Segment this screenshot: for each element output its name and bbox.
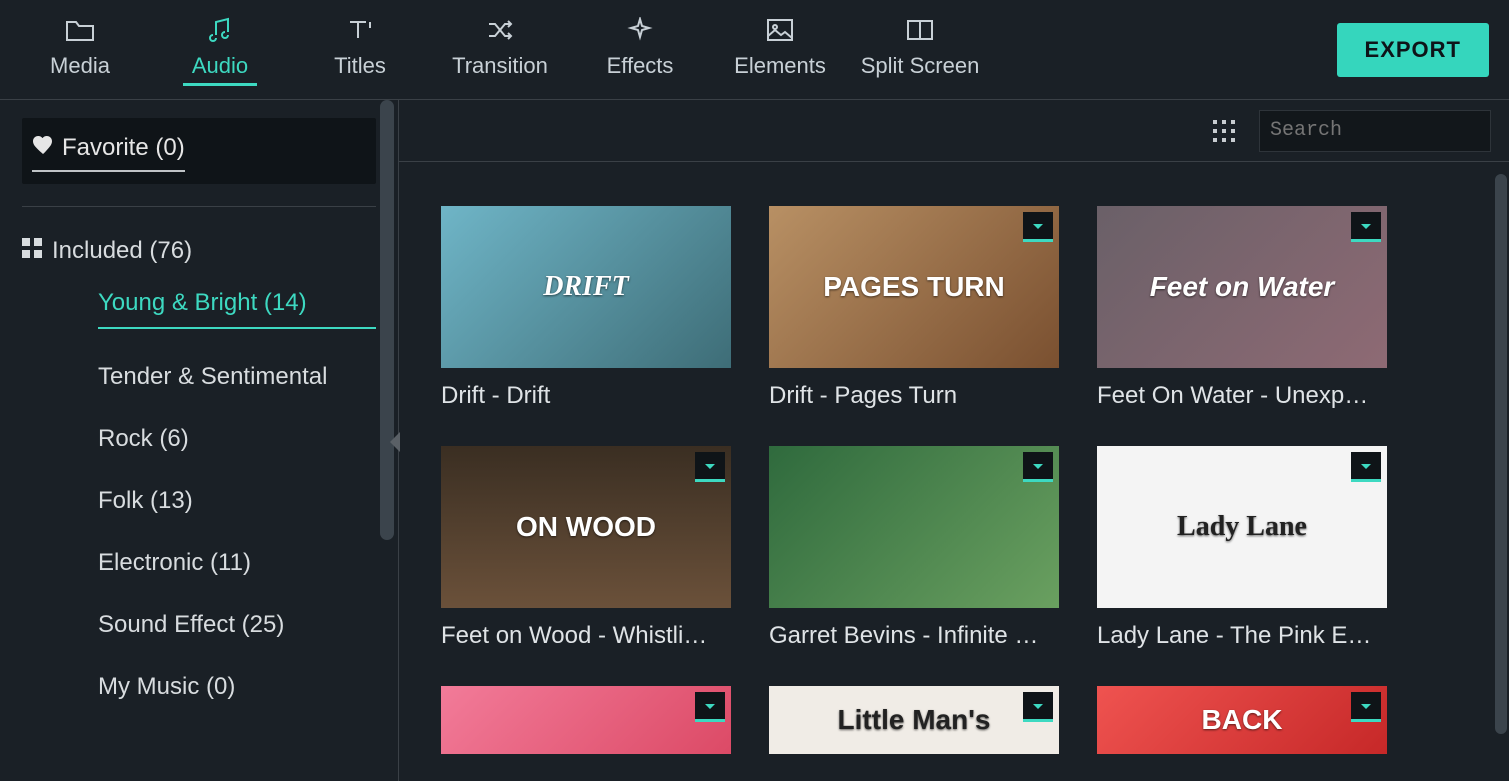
audio-thumbnail[interactable]: Little Man's xyxy=(769,686,1059,754)
audio-title: Feet On Water - Unexp… xyxy=(1097,382,1387,410)
audio-thumbnail[interactable]: PAGES TURN xyxy=(769,206,1059,368)
export-button[interactable]: EXPORT xyxy=(1337,23,1489,77)
audio-card[interactable]: PAGES TURN Drift - Pages Turn xyxy=(769,206,1059,410)
audio-card[interactable]: Lady Lane Lady Lane - The Pink E… xyxy=(1097,446,1387,650)
divider xyxy=(22,206,376,207)
content-panel: DRIFT Drift - Drift PAGES TURN Drift - Page… xyxy=(398,100,1509,781)
search-input[interactable] xyxy=(1270,119,1509,142)
audio-card[interactable]: Garret Bevins - Infinite … xyxy=(769,446,1059,650)
download-icon[interactable] xyxy=(1023,692,1053,722)
sparkle-icon xyxy=(627,13,653,47)
thumbnail-text: Feet on Water xyxy=(1142,271,1343,303)
audio-title: Feet on Wood - Whistli… xyxy=(441,622,731,650)
nav-tab-label: Elements xyxy=(734,53,826,79)
audio-title: Drift - Drift xyxy=(441,382,731,410)
thumbnail-text: Lady Lane xyxy=(1169,511,1315,543)
audio-thumbnail[interactable] xyxy=(769,446,1059,608)
main-area: Favorite (0) Included (76) Young & Brigh… xyxy=(0,100,1509,781)
nav-tab-label: Titles xyxy=(334,53,386,79)
audio-grid: DRIFT Drift - Drift PAGES TURN Drift - Page… xyxy=(399,162,1491,781)
audio-title: Drift - Pages Turn xyxy=(769,382,1059,410)
audio-card[interactable]: Feet on Water Feet On Water - Unexp… xyxy=(1097,206,1387,410)
audio-title: Lady Lane - The Pink E… xyxy=(1097,622,1387,650)
audio-card[interactable]: DRIFT Drift - Drift xyxy=(441,206,731,410)
audio-thumbnail[interactable]: ON WOOD xyxy=(441,446,731,608)
audio-thumbnail[interactable]: Feet on Water xyxy=(1097,206,1387,368)
sidebar-category-young-bright[interactable]: Young & Bright (14) xyxy=(98,289,376,329)
download-icon[interactable] xyxy=(1023,452,1053,482)
nav-tab-label: Split Screen xyxy=(861,53,980,79)
nav-tab-elements[interactable]: Elements xyxy=(710,0,850,100)
thumbnail-text: ON WOOD xyxy=(508,511,664,543)
text-icon xyxy=(346,13,374,47)
sidebar-favorite[interactable]: Favorite (0) xyxy=(22,118,376,184)
nav-tab-label: Media xyxy=(50,53,110,79)
download-icon[interactable] xyxy=(1351,692,1381,722)
audio-thumbnail[interactable]: Lady Lane xyxy=(1097,446,1387,608)
sidebar-included[interactable]: Included (76) xyxy=(22,237,376,265)
content-toolbar xyxy=(399,100,1509,162)
category-list: Young & Bright (14) Tender & Sentimental… xyxy=(22,289,376,701)
heart-icon xyxy=(32,134,54,162)
grid-small-icon xyxy=(22,237,42,265)
nav-tabs: Media Audio Titles Transition xyxy=(10,0,990,100)
nav-tab-transition[interactable]: Transition xyxy=(430,0,570,100)
sidebar-category-mymusic[interactable]: My Music (0) xyxy=(98,673,376,701)
nav-tab-splitscreen[interactable]: Split Screen xyxy=(850,0,990,100)
audio-card[interactable]: ON WOOD Feet on Wood - Whistli… xyxy=(441,446,731,650)
music-note-icon xyxy=(206,13,234,47)
thumbnail-text: DRIFT xyxy=(535,271,637,303)
folder-icon xyxy=(65,13,95,47)
sidebar-category-rock[interactable]: Rock (6) xyxy=(98,425,376,453)
sidebar-category-folk[interactable]: Folk (13) xyxy=(98,487,376,515)
nav-tab-titles[interactable]: Titles xyxy=(290,0,430,100)
split-icon xyxy=(906,13,934,47)
nav-tab-audio[interactable]: Audio xyxy=(150,0,290,100)
image-icon xyxy=(766,13,794,47)
sidebar-included-label: Included (76) xyxy=(52,237,192,265)
download-icon[interactable] xyxy=(1351,452,1381,482)
grid-view-icon[interactable] xyxy=(1213,120,1235,142)
search-box[interactable] xyxy=(1259,110,1491,152)
sidebar: Favorite (0) Included (76) Young & Brigh… xyxy=(0,100,398,781)
download-icon[interactable] xyxy=(1023,212,1053,242)
thumbnail-text: PAGES TURN xyxy=(815,271,1013,303)
audio-thumbnail[interactable] xyxy=(441,686,731,754)
download-icon[interactable] xyxy=(695,452,725,482)
nav-tab-label: Effects xyxy=(607,53,674,79)
top-nav: Media Audio Titles Transition xyxy=(0,0,1509,100)
sidebar-favorite-label: Favorite (0) xyxy=(62,134,185,162)
download-icon[interactable] xyxy=(695,692,725,722)
sidebar-category-tender[interactable]: Tender & Sentimental xyxy=(98,363,376,391)
audio-card[interactable]: BACK xyxy=(1097,686,1387,754)
sidebar-category-soundeffect[interactable]: Sound Effect (25) xyxy=(98,611,376,639)
nav-tab-effects[interactable]: Effects xyxy=(570,0,710,100)
nav-tab-label: Audio xyxy=(192,53,248,79)
audio-thumbnail[interactable]: BACK xyxy=(1097,686,1387,754)
nav-tab-label: Transition xyxy=(452,53,548,79)
thumbnail-text: Little Man's xyxy=(830,704,999,736)
thumbnail-text: BACK xyxy=(1194,704,1291,736)
shuffle-icon xyxy=(486,13,514,47)
collapse-sidebar-icon[interactable] xyxy=(390,432,400,452)
audio-title: Garret Bevins - Infinite … xyxy=(769,622,1059,650)
audio-thumbnail[interactable]: DRIFT xyxy=(441,206,731,368)
audio-card[interactable]: Little Man's xyxy=(769,686,1059,754)
sidebar-category-electronic[interactable]: Electronic (11) xyxy=(98,549,376,577)
download-icon[interactable] xyxy=(1351,212,1381,242)
audio-card[interactable] xyxy=(441,686,731,754)
nav-tab-media[interactable]: Media xyxy=(10,0,150,100)
